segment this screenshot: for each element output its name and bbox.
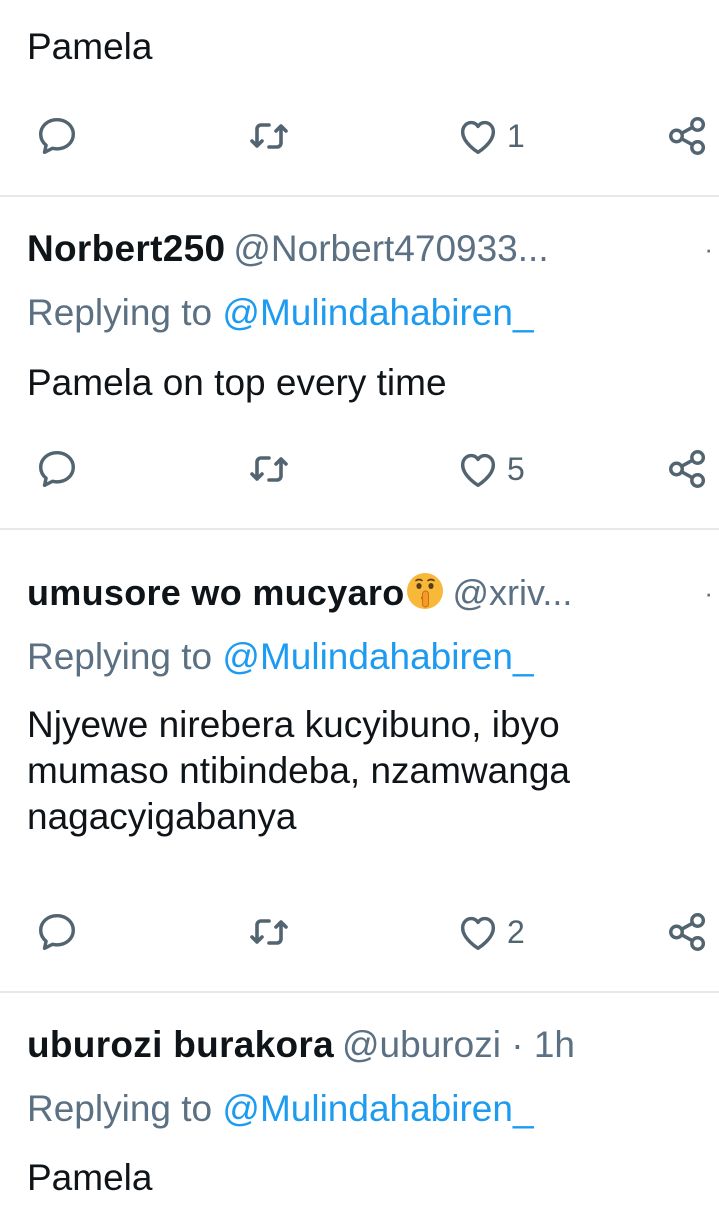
reply-button[interactable] xyxy=(34,904,80,960)
replying-to: Replying to @Mulindahabiren_ xyxy=(27,291,534,335)
tweet-text-line: Njyewe nirebera kucyibuno, ibyo xyxy=(27,704,560,745)
tweet-2[interactable]: umusore wo mucyaro @xriv... · Replying to… xyxy=(0,530,719,991)
replying-to-label: Replying to xyxy=(27,1088,213,1129)
retweet-icon xyxy=(250,919,288,945)
like-button[interactable]: 5 xyxy=(455,441,525,497)
reply-button[interactable] xyxy=(34,441,80,497)
reply-icon xyxy=(38,913,76,951)
share-button[interactable] xyxy=(665,441,711,497)
mention-link[interactable]: @Mulindahabiren_ xyxy=(222,1088,533,1129)
user-handle[interactable]: @Norbert470933... xyxy=(233,228,548,269)
more-options-icon[interactable]: · xyxy=(704,227,713,271)
like-count: 5 xyxy=(507,450,525,487)
share-button[interactable] xyxy=(665,108,711,164)
mention-link[interactable]: @Mulindahabiren_ xyxy=(222,636,533,677)
tweet-text: Njyewe nirebera kucyibuno, ibyo mumaso n… xyxy=(27,702,697,840)
more-options-icon[interactable]: · xyxy=(704,571,713,615)
replying-to-label: Replying to xyxy=(27,292,213,333)
reply-icon xyxy=(38,117,76,155)
retweet-icon xyxy=(250,456,288,482)
tweet-0[interactable]: Pamela 1 xyxy=(0,0,719,195)
timestamp[interactable]: 1h xyxy=(534,1024,575,1065)
tweet-header: Norbert250 @Norbert470933... · xyxy=(27,227,719,271)
tweet-text: Pamela xyxy=(27,1157,153,1198)
like-button[interactable]: 1 xyxy=(455,108,525,164)
user-handle[interactable]: @uburozi xyxy=(342,1024,501,1065)
tweet-actions: 5 xyxy=(0,441,719,497)
time-separator: · xyxy=(511,1024,524,1065)
retweet-button[interactable] xyxy=(245,108,293,164)
shushing-face-emoji-icon xyxy=(406,573,443,609)
heart-icon xyxy=(460,453,496,488)
replying-to-label: Replying to xyxy=(27,636,213,677)
display-name[interactable]: Norbert250 xyxy=(27,228,225,269)
display-name[interactable]: uburozi burakora xyxy=(27,1024,334,1065)
tweet-header: uburozi burakora @uburozi · 1h xyxy=(27,1023,719,1067)
tweet-1[interactable]: Norbert250 @Norbert470933... · Replying t… xyxy=(0,197,719,528)
replying-to: Replying to @Mulindahabiren_ xyxy=(27,1087,534,1131)
retweet-icon xyxy=(250,123,288,149)
like-count: 2 xyxy=(507,913,525,950)
like-button[interactable]: 2 xyxy=(455,904,525,960)
like-count: 1 xyxy=(507,117,525,154)
tweet-3[interactable]: uburozi burakora @uburozi · 1h Replying t… xyxy=(0,993,719,1209)
heart-icon xyxy=(460,916,496,951)
tweet-actions: 1 xyxy=(0,108,719,164)
display-name[interactable]: umusore wo mucyaro xyxy=(27,572,405,613)
reply-button[interactable] xyxy=(34,108,80,164)
share-icon xyxy=(669,117,706,155)
retweet-button[interactable] xyxy=(245,441,293,497)
tweet-text-line: nagacyigabanya xyxy=(27,796,297,837)
retweet-button[interactable] xyxy=(245,904,293,960)
reply-icon xyxy=(38,450,76,488)
share-icon xyxy=(669,913,706,951)
user-handle[interactable]: @xriv... xyxy=(453,572,573,613)
replying-to: Replying to @Mulindahabiren_ xyxy=(27,635,534,679)
heart-icon xyxy=(460,120,496,155)
share-icon xyxy=(669,450,706,488)
tweet-text: Pamela xyxy=(27,26,153,67)
share-button[interactable] xyxy=(665,904,711,960)
tweet-actions: 2 xyxy=(0,904,719,960)
tweet-header: umusore wo mucyaro @xriv... · xyxy=(27,571,719,615)
tweet-text-line: mumaso ntibindeba, nzamwanga xyxy=(27,750,570,791)
tweet-text: Pamela on top every time xyxy=(27,362,447,403)
mention-link[interactable]: @Mulindahabiren_ xyxy=(222,292,533,333)
